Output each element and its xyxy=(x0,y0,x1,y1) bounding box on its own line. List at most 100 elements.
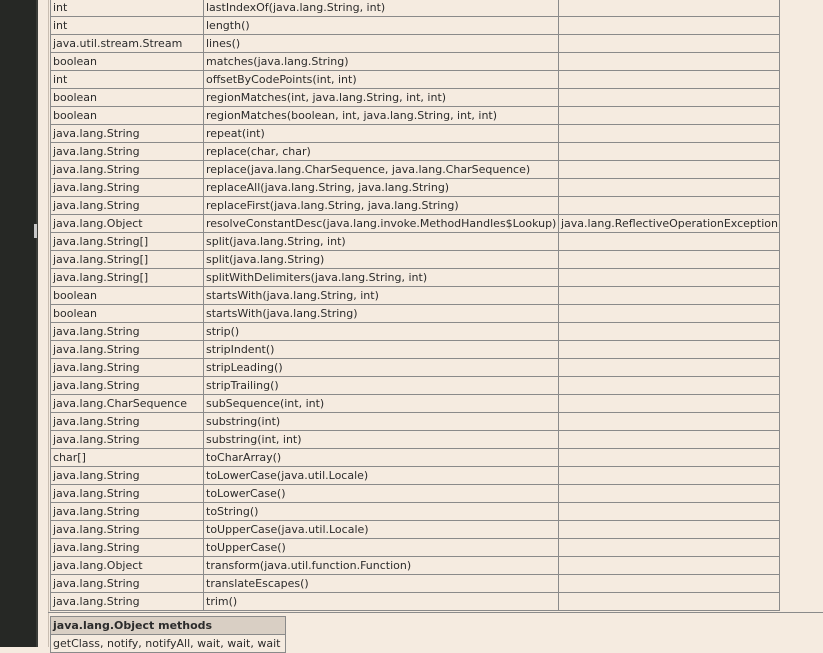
method-signature-cell: stripLeading() xyxy=(203,358,559,377)
return-type-cell: java.lang.String[] xyxy=(50,232,204,251)
table-row: java.lang.String replace(char, char) xyxy=(50,142,780,161)
method-signature-cell: regionMatches(int, java.lang.String, int… xyxy=(203,88,559,107)
method-signature-cell: strip() xyxy=(203,322,559,341)
method-signature-cell: repeat(int) xyxy=(203,124,559,143)
method-signature-cell: replace(java.lang.CharSequence, java.lan… xyxy=(203,160,559,179)
throws-cell xyxy=(558,34,780,53)
table-row: java.lang.String stripIndent() xyxy=(50,340,780,359)
method-signature-cell: toString() xyxy=(203,502,559,521)
method-signature-cell: startsWith(java.lang.String) xyxy=(203,304,559,323)
section-divider xyxy=(48,612,823,613)
throws-cell xyxy=(558,16,780,35)
table-row: java.lang.CharSequence subSequence(int, i… xyxy=(50,394,780,413)
table-row: char[] toCharArray() xyxy=(50,448,780,467)
method-signature-cell: replace(char, char) xyxy=(203,142,559,161)
return-type-cell: java.lang.String xyxy=(50,124,204,143)
return-type-cell: char[] xyxy=(50,448,204,467)
return-type-cell: java.lang.String xyxy=(50,466,204,485)
table-row: boolean matches(java.lang.String) xyxy=(50,52,780,71)
method-signature-cell: length() xyxy=(203,16,559,35)
table-row: boolean startsWith(java.lang.String) xyxy=(50,304,780,323)
scroll-handle[interactable] xyxy=(34,224,37,238)
method-signature-cell: toLowerCase() xyxy=(203,484,559,503)
left-rule xyxy=(48,0,49,647)
return-type-cell: java.lang.String xyxy=(50,430,204,449)
table-row: java.util.stream.Stream lines() xyxy=(50,34,780,53)
throws-cell xyxy=(558,106,780,125)
method-signature-cell: toLowerCase(java.util.Locale) xyxy=(203,466,559,485)
throws-cell xyxy=(558,52,780,71)
table-row: java.lang.String toString() xyxy=(50,502,780,521)
table-row: java.lang.String repeat(int) xyxy=(50,124,780,143)
return-type-cell: int xyxy=(50,16,204,35)
table-row: java.lang.Object transform(java.util.func… xyxy=(50,556,780,575)
method-signature-cell: subSequence(int, int) xyxy=(203,394,559,413)
return-type-cell: java.lang.Object xyxy=(50,214,204,233)
return-type-cell: java.lang.CharSequence xyxy=(50,394,204,413)
return-type-cell: java.lang.String xyxy=(50,538,204,557)
return-type-cell: java.lang.String xyxy=(50,160,204,179)
method-signature-cell: stripIndent() xyxy=(203,340,559,359)
method-signature-cell: lastIndexOf(java.lang.String, int) xyxy=(203,0,559,17)
throws-cell xyxy=(558,520,780,539)
table-row: java.lang.String replaceAll(java.lang.Str… xyxy=(50,178,780,197)
table-row: java.lang.String replace(java.lang.CharSe… xyxy=(50,160,780,179)
table-row: java.lang.String strip() xyxy=(50,322,780,341)
throws-cell xyxy=(558,178,780,197)
method-signature-cell: split(java.lang.String) xyxy=(203,250,559,269)
throws-cell xyxy=(558,160,780,179)
table-row: int offsetByCodePoints(int, int) xyxy=(50,70,780,89)
object-methods-header-row: java.lang.Object methods xyxy=(50,616,286,635)
table-row: boolean regionMatches(int, java.lang.Stri… xyxy=(50,88,780,107)
table-row: java.lang.String toUpperCase() xyxy=(50,538,780,557)
method-signature-cell: replaceAll(java.lang.String, java.lang.S… xyxy=(203,178,559,197)
throws-cell xyxy=(558,250,780,269)
throws-cell xyxy=(558,286,780,305)
throws-cell xyxy=(558,412,780,431)
table-row: java.lang.String translateEscapes() xyxy=(50,574,780,593)
throws-cell xyxy=(558,304,780,323)
table-row: java.lang.String stripLeading() xyxy=(50,358,780,377)
return-type-cell: java.util.stream.Stream xyxy=(50,34,204,53)
method-signature-cell: lines() xyxy=(203,34,559,53)
methods-table: int lastIndexOf(java.lang.String, int) int… xyxy=(50,0,780,611)
method-signature-cell: offsetByCodePoints(int, int) xyxy=(203,70,559,89)
throws-cell xyxy=(558,376,780,395)
return-type-cell: boolean xyxy=(50,106,204,125)
table-row: java.lang.String replaceFirst(java.lang.S… xyxy=(50,196,780,215)
return-type-cell: boolean xyxy=(50,88,204,107)
return-type-cell: boolean xyxy=(50,52,204,71)
table-row: boolean regionMatches(boolean, int, java.… xyxy=(50,106,780,125)
table-row: java.lang.String substring(int, int) xyxy=(50,430,780,449)
throws-cell xyxy=(558,268,780,287)
method-signature-cell: toUpperCase() xyxy=(203,538,559,557)
object-methods-list: getClass, notify, notifyAll, wait, wait,… xyxy=(50,634,286,653)
return-type-cell: java.lang.String xyxy=(50,322,204,341)
table-row: java.lang.String toLowerCase() xyxy=(50,484,780,503)
throws-cell xyxy=(558,538,780,557)
return-type-cell: java.lang.Object xyxy=(50,556,204,575)
throws-cell xyxy=(558,322,780,341)
method-signature-cell: translateEscapes() xyxy=(203,574,559,593)
throws-cell: java.lang.ReflectiveOperationException xyxy=(558,214,780,233)
methods-table-body: int lastIndexOf(java.lang.String, int) int… xyxy=(50,0,780,611)
return-type-cell: java.lang.String xyxy=(50,574,204,593)
throws-cell xyxy=(558,466,780,485)
method-signature-cell: stripTrailing() xyxy=(203,376,559,395)
return-type-cell: java.lang.String xyxy=(50,142,204,161)
return-type-cell: java.lang.String xyxy=(50,376,204,395)
return-type-cell: java.lang.String xyxy=(50,502,204,521)
table-row: java.lang.String stripTrailing() xyxy=(50,376,780,395)
table-row: java.lang.String toLowerCase(java.util.Lo… xyxy=(50,466,780,485)
return-type-cell: java.lang.String xyxy=(50,358,204,377)
method-signature-cell: substring(int, int) xyxy=(203,430,559,449)
left-sidebar xyxy=(0,0,36,647)
throws-cell xyxy=(558,70,780,89)
table-row: java.lang.String[] splitWithDelimiters(ja… xyxy=(50,268,780,287)
table-row: int length() xyxy=(50,16,780,35)
table-row: int lastIndexOf(java.lang.String, int) xyxy=(50,0,780,17)
method-signature-cell: transform(java.util.function.Function) xyxy=(203,556,559,575)
throws-cell xyxy=(558,484,780,503)
throws-cell xyxy=(558,0,780,17)
return-type-cell: boolean xyxy=(50,286,204,305)
